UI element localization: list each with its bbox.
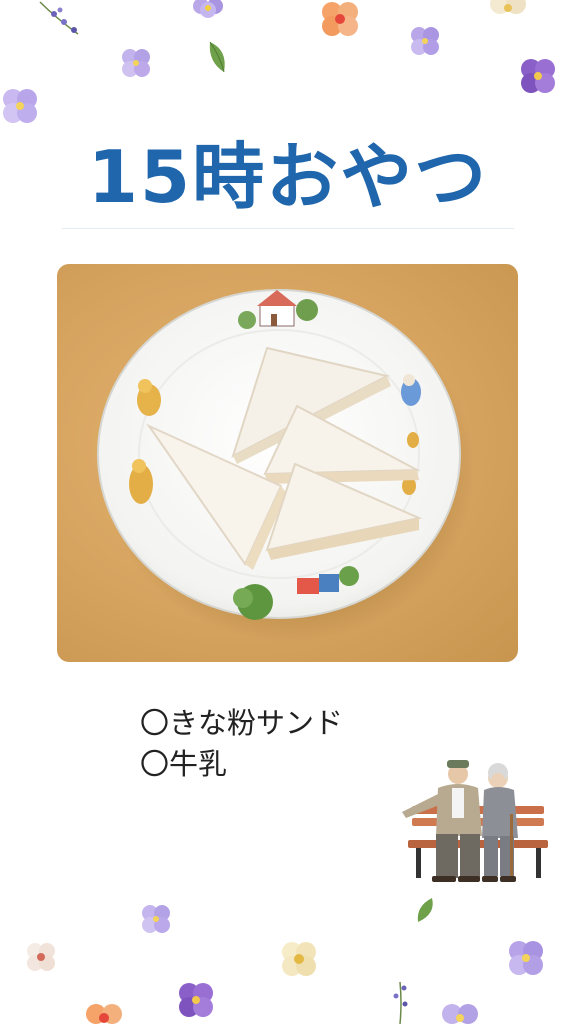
flower-icon [142,905,170,933]
leaf-icon [209,41,225,73]
flower-icon [442,1004,478,1024]
page-title: 15時おやつ [87,135,489,219]
flower-icon [179,983,213,1017]
elderly-couple-on-bench-illustration [402,760,548,882]
flower-sprig-icon [39,1,79,35]
flower-icon [282,942,316,976]
flower-icon [193,0,223,18]
flower-icon [509,941,543,975]
menu-list: 〇きな粉サンド 〇牛乳 [140,703,343,785]
title-divider [62,228,514,229]
menu-item: 〇牛乳 [140,747,228,781]
flower-icon [122,49,150,77]
flower-icon [411,27,439,55]
sandwich-plate-photo [57,264,518,662]
flower-icon [521,59,555,93]
flower-icon [27,943,55,971]
flower-icon [322,2,358,36]
menu-item: 〇きな粉サンド [140,706,344,740]
flower-icon [86,1004,122,1024]
leaf-icon [417,898,433,922]
flower-sprig-icon [393,981,408,1024]
flower-icon [490,0,526,14]
